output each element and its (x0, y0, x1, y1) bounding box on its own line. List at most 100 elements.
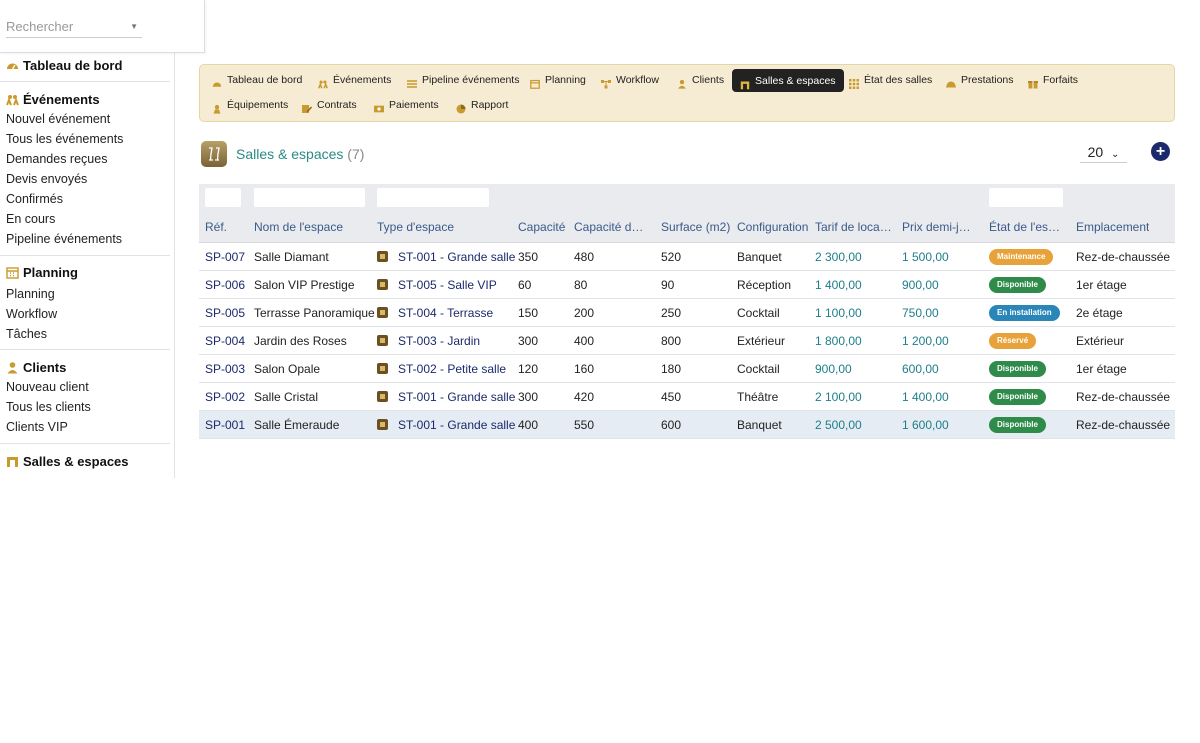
table-row[interactable]: SP-005 Terrasse Panoramique ST-004 - Terra… (199, 299, 1175, 327)
search-input[interactable]: Rechercher ▼ (6, 16, 142, 38)
cell-name: Jardin des Roses (254, 334, 347, 348)
col-half-day-price[interactable]: Prix demi-jo… (902, 220, 977, 234)
page-title: Salles & espaces (7) (236, 146, 364, 162)
cell-ref[interactable]: SP-001 (205, 418, 245, 432)
col-capacity[interactable]: Capacité (518, 220, 565, 234)
filter-status-input[interactable] (989, 188, 1063, 207)
cell-ref[interactable]: SP-006 (205, 278, 245, 292)
cell-type[interactable]: ST-001 - Grande salle (377, 250, 515, 264)
filter-type-input[interactable] (377, 188, 489, 207)
col-rental-rate[interactable]: Tarif de locat… (815, 220, 893, 234)
sidebar-item-planning[interactable]: Planning (0, 284, 170, 304)
sidebar-dashboard[interactable]: Tableau de bord (0, 55, 170, 75)
sidebar-item-confirmed[interactable]: Confirmés (0, 189, 170, 209)
cell-type[interactable]: ST-003 - Jardin (377, 334, 480, 348)
col-status[interactable]: État de l'esp… (989, 220, 1065, 234)
tab-label: Forfaits (1043, 74, 1079, 86)
sidebar-item-pipeline[interactable]: Pipeline événements (0, 229, 170, 249)
col-surface[interactable]: Surface (m2) (661, 220, 730, 234)
tab-planning[interactable]: Planning (524, 69, 592, 91)
cell-ref[interactable]: SP-005 (205, 306, 245, 320)
sidebar-item-in-progress[interactable]: En cours (0, 209, 170, 229)
cell-type[interactable]: ST-004 - Terrasse (377, 306, 493, 320)
col-config[interactable]: Configuration (737, 220, 808, 234)
sidebar-spaces-label: Salles & espaces (23, 453, 129, 469)
cell-config: Cocktail (737, 362, 780, 376)
cell-prix: 1 600,00 (902, 418, 949, 432)
chevron-down-icon[interactable]: ▼ (130, 16, 138, 38)
col-type[interactable]: Type d'espace (377, 220, 454, 234)
tab-report[interactable]: Rapport (450, 94, 514, 116)
cell-ref[interactable]: SP-002 (205, 390, 245, 404)
table-row[interactable]: SP-001 Salle Émeraude ST-001 - Grande sall… (199, 411, 1175, 439)
cell-cap2: 160 (574, 362, 595, 376)
status-badge: En installation (989, 305, 1060, 321)
tab-contracts[interactable]: Contrats (296, 94, 363, 116)
sidebar-item-requests[interactable]: Demandes reçues (0, 149, 170, 169)
tab-label: Contrats (317, 99, 357, 111)
tab-events[interactable]: Événements (312, 69, 397, 91)
cell-config: Extérieur (737, 334, 786, 348)
tab-room-status[interactable]: État des salles (843, 69, 938, 91)
package-icon (1028, 75, 1038, 89)
col-location[interactable]: Emplacement (1076, 220, 1149, 234)
tab-workflow[interactable]: Workflow (595, 69, 665, 91)
tab-clients[interactable]: Clients (671, 69, 730, 91)
filter-name-input[interactable] (254, 188, 365, 207)
space-type-icon (377, 391, 388, 402)
cell-ref[interactable]: SP-007 (205, 250, 245, 264)
sidebar-item-quotes[interactable]: Devis envoyés (0, 169, 170, 189)
sidebar-events-title[interactable]: Événements (0, 89, 170, 109)
cell-surface: 800 (661, 334, 682, 348)
sidebar-item-tasks[interactable]: Tâches (0, 324, 170, 344)
tab-pipeline[interactable]: Pipeline événements (401, 69, 525, 91)
cell-type[interactable]: ST-001 - Grande salle (377, 390, 515, 404)
cell-type[interactable]: ST-005 - Salle VIP (377, 278, 497, 292)
cell-type[interactable]: ST-002 - Petite salle (377, 362, 506, 376)
sidebar-item-all-events[interactable]: Tous les événements (0, 129, 170, 149)
table-row[interactable]: SP-007 Salle Diamant ST-001 - Grande salle… (199, 243, 1175, 271)
sidebar-item-vip-clients[interactable]: Clients VIP (0, 417, 170, 437)
cell-config: Banquet (737, 418, 782, 432)
cell-type-text: ST-003 - Jardin (398, 334, 481, 348)
table-row[interactable]: SP-006 Salon VIP Prestige ST-005 - Salle V… (199, 271, 1175, 299)
page-size-value: 20 (1087, 144, 1104, 160)
cell-lieu: 2e étage (1076, 306, 1123, 320)
status-badge: Disponible (989, 361, 1046, 377)
table-row[interactable]: SP-003 Salon Opale ST-002 - Petite salle 12… (199, 355, 1175, 383)
cell-cap2: 200 (574, 306, 595, 320)
cell-prix: 1 400,00 (902, 390, 949, 404)
sidebar-spaces-title[interactable]: Salles & espaces (0, 451, 170, 471)
filter-ref-input[interactable] (205, 188, 241, 207)
workflow-icon (601, 75, 611, 89)
sidebar-planning-title[interactable]: Planning (0, 262, 170, 282)
record-count: (7) (347, 146, 365, 162)
events-icon (318, 75, 328, 89)
page-size-select[interactable]: 20 ⌄ (1080, 141, 1127, 163)
sidebar-clients-title[interactable]: Clients (0, 357, 170, 377)
tab-label: Rapport (471, 99, 509, 111)
table-row[interactable]: SP-004 Jardin des Roses ST-003 - Jardin 300… (199, 327, 1175, 355)
table-row[interactable]: SP-002 Salle Cristal ST-001 - Grande salle… (199, 383, 1175, 411)
cell-prix: 1 200,00 (902, 334, 949, 348)
sidebar-item-new-event[interactable]: Nouvel événement (0, 109, 170, 129)
col-name[interactable]: Nom de l'espace (254, 220, 343, 234)
add-space-button[interactable]: + (1151, 142, 1170, 161)
space-type-icon (377, 251, 388, 262)
cell-surface: 450 (661, 390, 682, 404)
sidebar-item-workflow[interactable]: Workflow (0, 304, 170, 324)
tab-rooms-spaces[interactable]: Salles & espaces (732, 69, 844, 92)
cell-type[interactable]: ST-001 - Grande salle (377, 418, 515, 432)
tab-services[interactable]: Prestations (940, 69, 1020, 91)
tab-packages[interactable]: Forfaits (1022, 69, 1084, 91)
cell-ref[interactable]: SP-004 (205, 334, 245, 348)
cell-ref[interactable]: SP-003 (205, 362, 245, 376)
sidebar-item-all-clients[interactable]: Tous les clients (0, 397, 170, 417)
room-icon (740, 76, 750, 89)
tab-dashboard[interactable]: Tableau de bord (206, 69, 308, 91)
tab-equipment[interactable]: Équipements (206, 94, 294, 116)
tab-payments[interactable]: Paiements (368, 94, 445, 116)
sidebar-item-new-client[interactable]: Nouveau client (0, 377, 170, 397)
col-ref[interactable]: Réf. (205, 220, 227, 234)
col-capacity-max[interactable]: Capacité de… (574, 220, 650, 234)
